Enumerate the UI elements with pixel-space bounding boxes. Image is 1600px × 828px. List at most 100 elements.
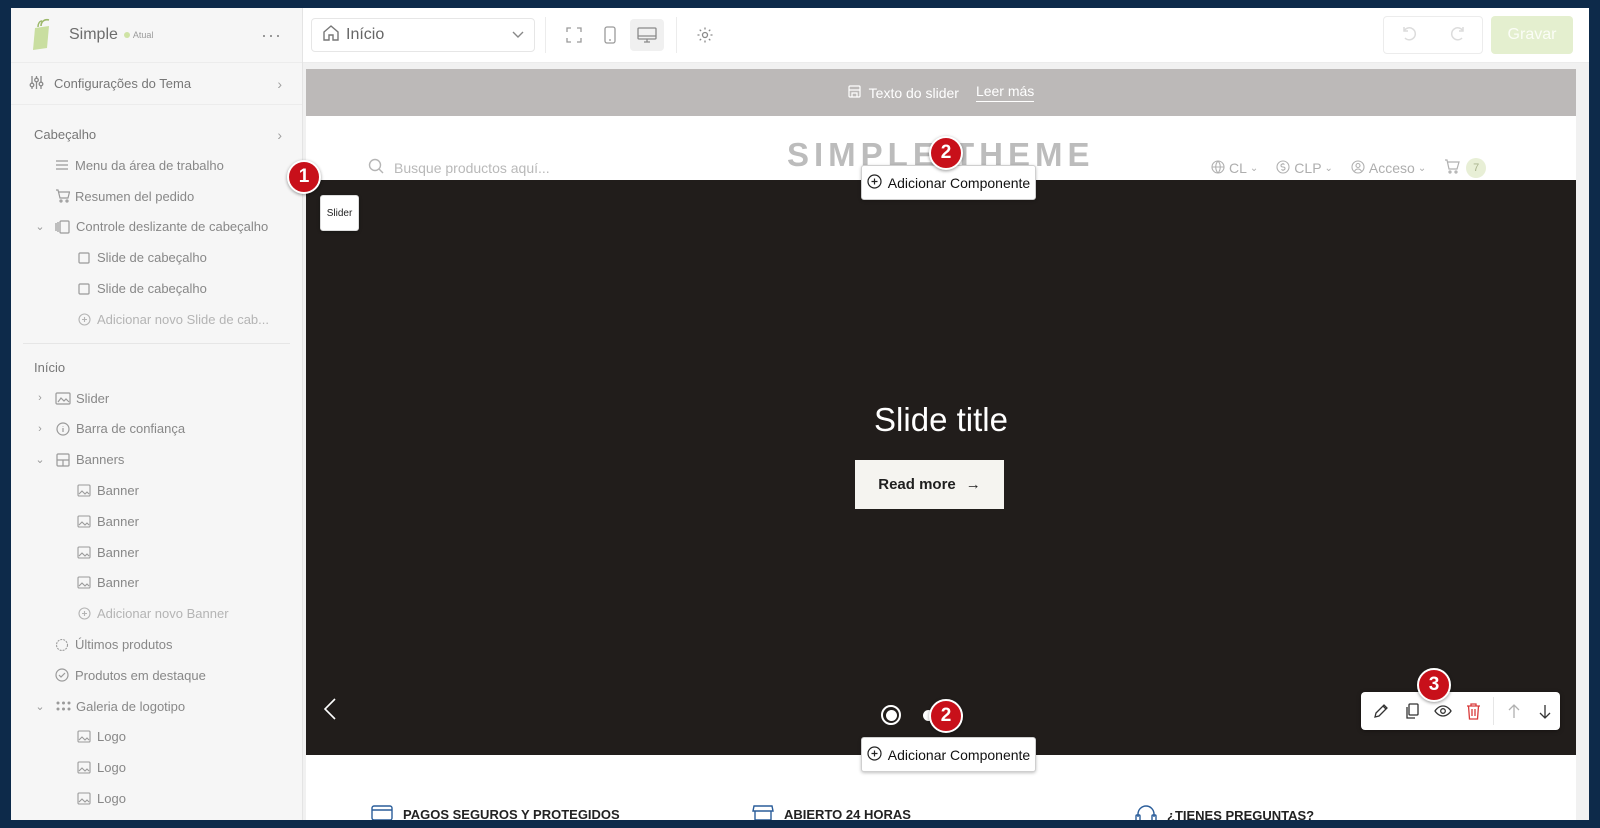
image-icon	[76, 729, 92, 745]
coin-icon	[1276, 159, 1290, 177]
sidebar-item-slider[interactable]: › Slider	[11, 383, 302, 414]
settings-button[interactable]	[689, 19, 721, 51]
chevron-right-icon[interactable]: ›	[33, 392, 47, 404]
gallery-icon	[55, 390, 71, 406]
sidebar-item-banner[interactable]: Banner	[11, 537, 302, 568]
chevron-down-icon[interactable]: ⌄	[33, 453, 47, 466]
chevron-down-icon: ⌄	[1417, 162, 1427, 174]
section-home-title: Início	[34, 359, 66, 375]
store-search[interactable]: Busque productos aquí...	[368, 158, 550, 177]
sidebar-item-header-slide[interactable]: Slide de cabeçalho	[11, 273, 302, 304]
square-icon	[76, 250, 92, 266]
chevron-right-icon[interactable]: ›	[33, 423, 47, 435]
sidebar-item-logo[interactable]: Logo	[11, 752, 302, 783]
sliders-icon	[29, 75, 44, 93]
trust-item: ¿TIENES PREGUNTAS?	[1135, 805, 1314, 820]
check-circle-icon	[54, 667, 70, 683]
arrow-down-icon	[1539, 704, 1551, 719]
copy-icon	[1406, 703, 1419, 719]
account-menu[interactable]: Acceso ⌄	[1351, 159, 1427, 177]
delete-button[interactable]	[1458, 692, 1489, 730]
fullscreen-button[interactable]	[558, 19, 590, 51]
sidebar-item-header-slider[interactable]: ⌄ Controle deslizante de cabeçalho	[11, 212, 302, 243]
headset-icon	[1135, 805, 1157, 820]
cart-count-badge: 7	[1466, 158, 1487, 178]
sidebar-item-logo[interactable]: Logo	[11, 783, 302, 814]
sidebar-item-header-slide[interactable]: Slide de cabeçalho	[11, 242, 302, 273]
chevron-right-icon: ›	[277, 75, 282, 92]
page-select[interactable]: Início	[311, 18, 535, 52]
announcement-text: Texto do slider	[868, 84, 959, 101]
divider	[545, 17, 546, 53]
announcement-link[interactable]: Leer más	[975, 83, 1035, 102]
mobile-view-button[interactable]	[594, 19, 626, 51]
announcement-bar[interactable]: Texto do slider Leer más	[306, 69, 1576, 116]
app-logo-icon	[29, 18, 55, 52]
country-select[interactable]: CL ⌄	[1211, 159, 1259, 177]
save-button[interactable]: Gravar	[1491, 16, 1573, 54]
component-tag[interactable]: Slider	[320, 195, 359, 231]
slider-prev-button[interactable]	[323, 698, 336, 725]
currency-select[interactable]: CLP ⌄	[1276, 159, 1333, 177]
sidebar-item-banners[interactable]: ⌄ Banners	[11, 444, 302, 475]
slide-title: Slide title	[874, 401, 1008, 438]
plus-circle-icon	[867, 173, 882, 192]
menu-lines-icon	[54, 157, 70, 173]
add-component-button-bottom[interactable]: Adicionar Componente	[861, 737, 1036, 772]
theme-settings-link[interactable]: Configurações do Tema ›	[11, 63, 302, 105]
undo-icon[interactable]	[1400, 25, 1418, 46]
sidebar-add-header-slide[interactable]: Adicionar novo Slide de cab...	[11, 304, 302, 335]
redo-icon[interactable]	[1449, 25, 1467, 46]
chevron-down-icon[interactable]: ⌄	[33, 700, 47, 713]
sidebar-item-featured-products[interactable]: Produtos em destaque	[11, 660, 302, 691]
sidebar-item-trust-bar[interactable]: › Barra de confiança	[11, 414, 302, 445]
more-options-icon[interactable]: ···	[261, 25, 282, 46]
carousel-icon	[55, 219, 71, 235]
read-more-button[interactable]: Read more →	[855, 460, 1004, 509]
cart-icon	[1444, 159, 1461, 177]
desktop-view-button[interactable]	[630, 19, 664, 51]
sidebar-item-banner[interactable]: Banner	[11, 506, 302, 537]
image-icon	[76, 760, 92, 776]
sidebar-header: Simple Atual ···	[11, 8, 302, 63]
trust-item: ABIERTO 24 HORAS	[752, 805, 911, 820]
editor-toolbar: Início Gravar	[303, 8, 1589, 63]
cart-button[interactable]: 7	[1444, 158, 1487, 178]
callout-badge-3: 3	[1417, 668, 1451, 702]
divider	[1493, 697, 1495, 725]
slider-dot-active[interactable]	[881, 705, 901, 725]
section-header[interactable]: Cabeçalho ›	[11, 119, 302, 150]
move-up-button[interactable]	[1498, 692, 1529, 730]
page-select-value: Início	[346, 26, 385, 43]
add-component-button-top[interactable]: Adicionar Componente	[861, 165, 1036, 200]
sidebar-item-logo[interactable]: Logo	[11, 722, 302, 753]
history-group	[1383, 16, 1483, 54]
edit-button[interactable]	[1366, 692, 1397, 730]
sidebar-item-banner[interactable]: Banner	[11, 568, 302, 599]
grid-icon	[55, 452, 71, 468]
chevron-down-icon	[512, 26, 524, 44]
search-placeholder: Busque productos aquí...	[394, 159, 550, 176]
hero-slider[interactable]: Slide title Read more →	[306, 180, 1576, 755]
chevron-down-icon[interactable]: ⌄	[33, 220, 47, 233]
image-icon	[76, 544, 92, 560]
sidebar-item-order-summary[interactable]: Resumen del pedido	[11, 181, 302, 212]
sidebar-item-logo-gallery[interactable]: ⌄ Galeria de logotipo	[11, 691, 302, 722]
sidebar-add-banner[interactable]: Adicionar novo Banner	[11, 598, 302, 629]
divider	[23, 342, 290, 344]
status-badge: Atual	[123, 30, 153, 40]
theme-settings-label: Configurações do Tema	[54, 76, 192, 91]
chevron-down-icon: ⌄	[1249, 162, 1259, 174]
user-icon	[1351, 159, 1365, 177]
section-home[interactable]: Início	[11, 352, 302, 383]
store-icon	[752, 805, 774, 820]
sidebar-item-latest-products[interactable]: Últimos produtos	[11, 629, 302, 660]
home-icon	[322, 24, 340, 47]
globe-icon	[1211, 159, 1225, 177]
store-header-actions: CL ⌄ CLP ⌄ Acceso ⌄ 7	[1211, 158, 1487, 178]
section-header-title: Cabeçalho	[34, 127, 97, 142]
move-down-button[interactable]	[1529, 692, 1560, 730]
sidebar: Simple Atual ··· Configurações do Tema ›…	[11, 8, 303, 820]
sidebar-item-banner[interactable]: Banner	[11, 475, 302, 506]
sidebar-item-desktop-menu[interactable]: Menu da área de trabalho	[11, 150, 302, 181]
